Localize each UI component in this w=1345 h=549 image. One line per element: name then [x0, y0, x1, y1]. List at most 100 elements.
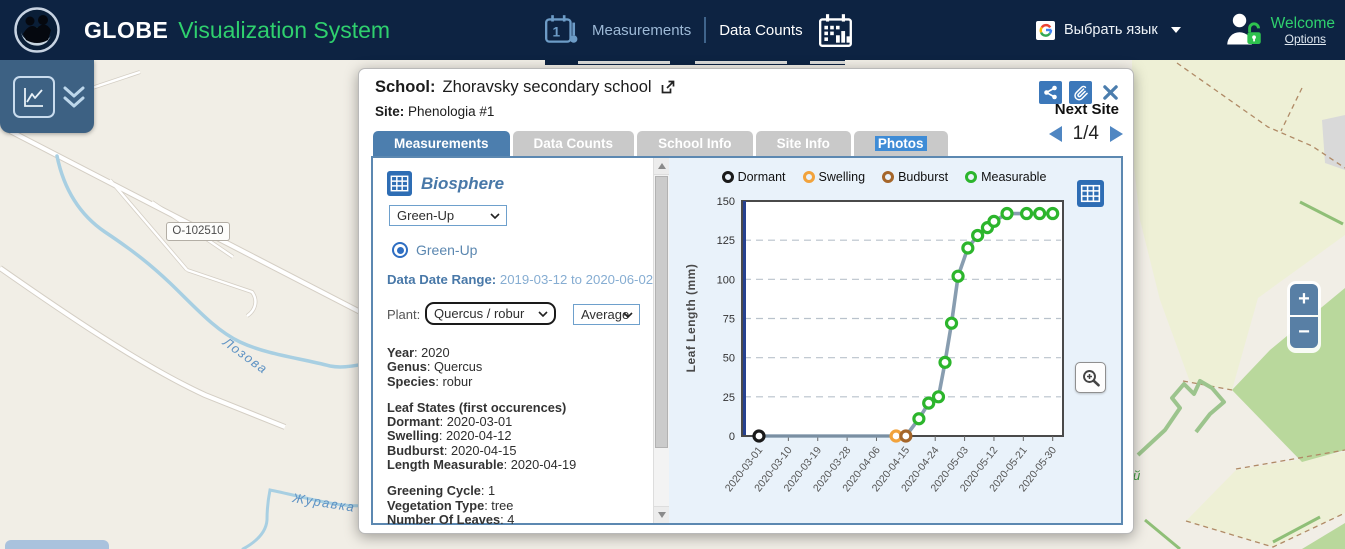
graph-tool-button[interactable] [13, 76, 55, 118]
prev-site-arrow[interactable] [1049, 126, 1062, 142]
tab-label: Data Counts [534, 136, 614, 151]
svg-text:25: 25 [723, 392, 735, 404]
plant-details: Year: 2020Genus: QuercusSpecies: robur Le… [387, 346, 637, 539]
data-point-measurable[interactable] [963, 243, 973, 253]
legend-marker [965, 171, 977, 183]
detail-heading: Leaf States (first occurences) [387, 401, 637, 415]
site-dialog: School: Zhoravsky secondary school Site:… [358, 68, 1134, 534]
data-counts-calendar-icon[interactable] [816, 11, 856, 49]
tab-label: Site Info [777, 136, 830, 151]
svg-text:50: 50 [723, 353, 735, 365]
data-point-measurable[interactable] [1035, 209, 1045, 219]
brand-name: GLOBE [84, 17, 168, 44]
zoom-out-button[interactable]: − [1290, 317, 1318, 348]
nav-divider [704, 17, 706, 43]
app-header: GLOBE Visualization System 1 Measurement… [0, 0, 1345, 60]
options-link[interactable]: Options [1285, 32, 1326, 46]
tab-label: Photos [875, 136, 927, 151]
protocol-select[interactable]: Green-Up [389, 205, 507, 226]
plant-label: Plant: [387, 307, 420, 322]
scroll-down-button[interactable] [654, 506, 669, 523]
chevron-double-down-icon[interactable] [62, 84, 86, 110]
tab-label: School Info [658, 136, 732, 151]
svg-text:0: 0 [729, 431, 735, 443]
legend-item-dormant: Dormant [722, 170, 786, 184]
scroll-up-button[interactable] [654, 158, 669, 175]
detail-row: Genus: Quercus [387, 360, 637, 374]
next-site-arrow[interactable] [1110, 126, 1123, 142]
data-point-measurable[interactable] [914, 414, 924, 424]
data-date-range: Data Date Range: 2019-03-12 to 2020-06-0… [387, 272, 653, 287]
legend-item-budburst: Budburst [882, 170, 948, 184]
legend-item-swelling: Swelling [803, 170, 866, 184]
close-icon [1102, 84, 1119, 101]
data-point-measurable[interactable] [953, 271, 963, 281]
panel-scrollbar [653, 158, 669, 523]
data-point-measurable[interactable] [1002, 209, 1012, 219]
chart-panel: Dormant Swelling Budburst Measurable 0 25 50 7… [669, 158, 1121, 523]
map-layers-widget [0, 60, 94, 133]
data-point-budburst[interactable] [901, 431, 911, 441]
svg-text:100: 100 [717, 274, 735, 286]
legend-item-measurable: Measurable [965, 170, 1046, 184]
nav-data-counts[interactable]: Data Counts [719, 22, 802, 39]
measurements-calendar-icon[interactable]: 1 [543, 12, 579, 48]
legend-marker [803, 171, 815, 183]
language-selector[interactable]: Выбрать язык [1036, 0, 1181, 60]
greenup-radio-label: Green-Up [416, 242, 477, 258]
aggregate-select[interactable]: Average [573, 304, 640, 325]
data-point-measurable[interactable] [933, 392, 943, 402]
tab-photos[interactable]: Photos [854, 131, 948, 156]
detail-row: Greening Cycle: 1 [387, 484, 637, 498]
svg-text:Leaf Length (mm): Leaf Length (mm) [684, 264, 698, 373]
data-point-dormant[interactable] [754, 431, 764, 441]
tab-site-info[interactable]: Site Info [756, 131, 851, 156]
globe-logo[interactable] [13, 6, 61, 54]
tab-data-counts[interactable]: Data Counts [513, 131, 635, 156]
date-range-label: Data Date Range: [387, 272, 496, 287]
detail-row: Species: robur [387, 375, 637, 389]
detail-row: Length Measurable: 2020-04-19 [387, 458, 637, 472]
biosphere-table-icon [387, 171, 412, 196]
sphere-title: Biosphere [421, 174, 504, 194]
data-point-measurable[interactable] [1022, 209, 1032, 219]
language-label: Выбрать язык [1064, 22, 1158, 38]
user-unlocked-icon[interactable] [1225, 11, 1263, 49]
product-name: Visualization System [178, 17, 390, 44]
zoom-in-button[interactable]: + [1290, 284, 1318, 315]
external-link-icon[interactable] [659, 79, 676, 96]
paperclip-icon [1072, 84, 1089, 101]
chart-zoom-button[interactable] [1075, 362, 1106, 393]
scrollbar-thumb[interactable] [655, 176, 668, 448]
welcome-label: Welcome [1271, 15, 1335, 32]
site-name: Phenologia #1 [408, 104, 494, 119]
data-point-measurable[interactable] [924, 398, 934, 408]
plant-select[interactable]: Quercus / robur [425, 302, 556, 325]
svg-text:75: 75 [723, 314, 735, 326]
account-area: Welcome Options [1225, 0, 1335, 60]
magnifier-plus-icon [1081, 368, 1101, 388]
school-name: Zhoravsky secondary school [443, 78, 652, 97]
greenup-radio[interactable] [392, 242, 408, 258]
legend-marker [722, 171, 734, 183]
nav-measurements[interactable]: Measurements [592, 22, 691, 39]
data-point-measurable[interactable] [1048, 209, 1058, 219]
date-range-value: 2019-03-12 to 2020-06-02 [500, 272, 653, 287]
data-point-measurable[interactable] [973, 230, 983, 240]
data-point-measurable[interactable] [989, 216, 999, 226]
data-point-measurable[interactable] [947, 318, 957, 328]
map-attribution-pill[interactable] [5, 540, 109, 549]
data-point-measurable[interactable] [940, 357, 950, 367]
leaf-length-chart: 02550751001251502020-03-012020-03-102020… [669, 194, 1121, 522]
protocol-select-value: Green-Up [397, 208, 454, 223]
share-icon [1043, 85, 1058, 100]
tab-school-info[interactable]: School Info [637, 131, 753, 156]
next-site-label: Next Site [1055, 101, 1119, 118]
tab-measurements[interactable]: Measurements [373, 131, 510, 156]
svg-text:150: 150 [717, 196, 735, 208]
map-zoom-control: + − [1287, 281, 1321, 353]
map-green-label: й [1133, 468, 1140, 483]
detail-row: Swelling: 2020-04-12 [387, 429, 637, 443]
site-pager: 1/4 [1049, 123, 1123, 145]
detail-row: Year: 2020 [387, 346, 637, 360]
